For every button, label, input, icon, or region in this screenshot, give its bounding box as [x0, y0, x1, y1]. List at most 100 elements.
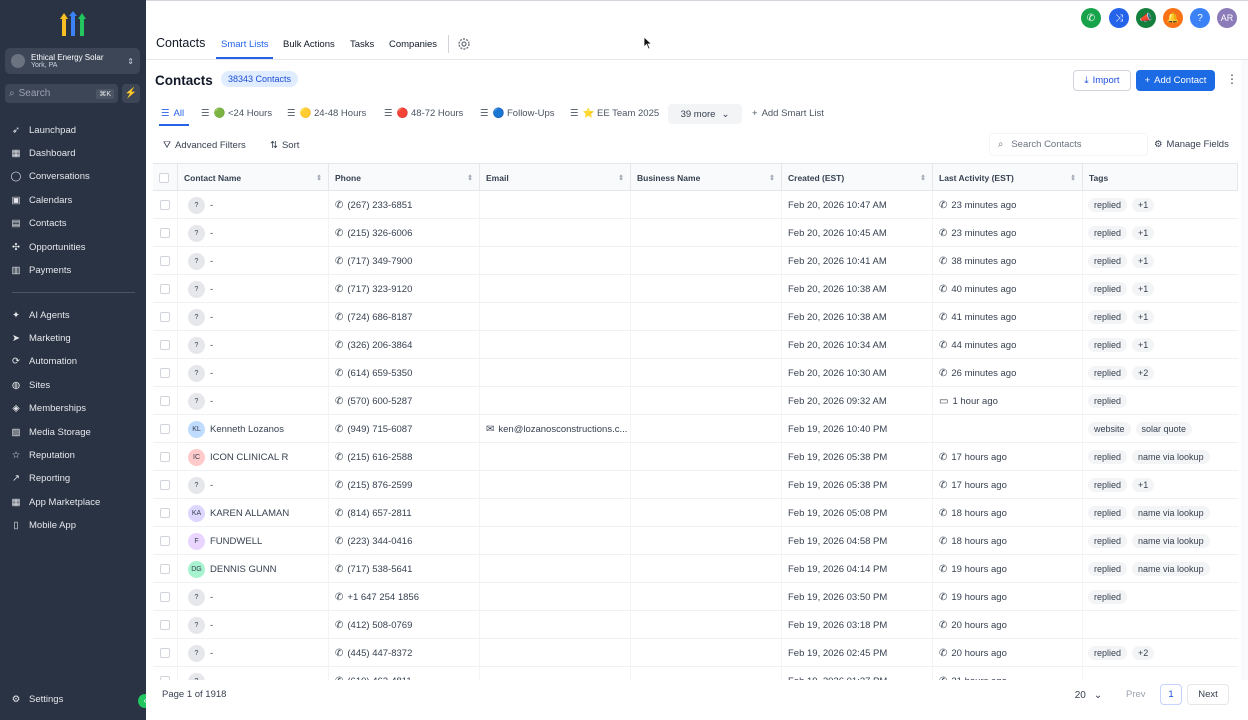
import-button[interactable]: ⤓ Import [1073, 70, 1131, 91]
tag-badge[interactable]: replied [1088, 226, 1128, 240]
checkbox[interactable] [159, 172, 169, 183]
phone-cell[interactable]: ✆ +1 647 254 1856 [329, 583, 480, 611]
smart-list-tab-follow-ups[interactable]: ☰ 🔵 Follow-Ups [480, 108, 555, 119]
sort-arrows-icon[interactable]: ⇕ [467, 174, 473, 182]
phone-cell[interactable]: ✆ (717) 323-9120 [329, 275, 480, 303]
contact-name-cell[interactable]: ?- [178, 219, 329, 247]
tag-badge[interactable]: replied [1088, 562, 1128, 576]
email-cell[interactable] [480, 527, 631, 555]
contact-name[interactable]: Kenneth Lozanos [210, 424, 284, 435]
sort-arrows-icon[interactable]: ⇕ [1070, 174, 1076, 182]
phone-cell[interactable]: ✆ (717) 538-5641 [329, 555, 480, 583]
phone-number[interactable]: (717) 349-7900 [347, 256, 412, 267]
business-name-cell[interactable] [631, 387, 782, 415]
phone-number[interactable]: +1 647 254 1856 [347, 592, 419, 603]
contact-name[interactable]: - [210, 480, 213, 491]
table-row[interactable]: ? - ✆ (717) 323-9120 Feb 20, 2026 10:38 AM ✆ 4… [153, 275, 1238, 303]
contact-name-cell[interactable]: ?- [178, 639, 329, 667]
tag-badge[interactable]: solar quote [1135, 422, 1193, 436]
smart-list-tab-ee-team[interactable]: ☰ ⭐ EE Team 2025 [570, 108, 659, 119]
business-name-cell[interactable] [631, 639, 782, 667]
smart-list-tab-24h[interactable]: ☰ 🟢 <24 Hours [201, 108, 272, 119]
phone-cell[interactable]: ✆ (223) 344-0416 [329, 527, 480, 555]
contact-name-cell[interactable]: ?- [178, 331, 329, 359]
sort-arrows-icon[interactable]: ⇕ [920, 174, 926, 182]
phone-number[interactable]: (267) 233-6851 [347, 200, 412, 211]
automation-icon[interactable]: ⤨ [1109, 8, 1129, 28]
business-name-cell[interactable] [631, 443, 782, 471]
contact-name[interactable]: - [210, 312, 213, 323]
contact-name-cell[interactable]: ?- [178, 611, 329, 639]
tag-badge[interactable]: +1 [1132, 226, 1155, 240]
row-checkbox[interactable] [160, 508, 170, 518]
sidebar-item-payments[interactable]: ▥ Payments [10, 260, 72, 280]
email-cell[interactable] [480, 303, 631, 331]
contact-name[interactable]: - [210, 396, 213, 407]
business-name-cell[interactable] [631, 527, 782, 555]
contact-name[interactable]: DENNIS GUNN [210, 564, 277, 575]
row-checkbox[interactable] [160, 312, 170, 322]
sidebar-item-app-marketplace[interactable]: ▦ App Marketplace [10, 492, 101, 512]
business-name-cell[interactable] [631, 583, 782, 611]
tag-badge[interactable]: replied [1088, 198, 1128, 212]
sidebar-item-mobile-app[interactable]: ▯ Mobile App [10, 516, 76, 536]
column-header-phone[interactable]: Phone ⇕ [329, 164, 480, 191]
tag-badge[interactable]: replied [1088, 646, 1128, 660]
sidebar-item-conversations[interactable]: ◯ Conversations [10, 167, 90, 187]
business-name-cell[interactable] [631, 555, 782, 583]
tag-badge[interactable]: replied [1088, 478, 1128, 492]
contact-name[interactable]: - [210, 340, 213, 351]
tag-badge[interactable]: +2 [1132, 366, 1155, 380]
business-name-cell[interactable] [631, 303, 782, 331]
contact-name[interactable]: - [210, 200, 213, 211]
business-name-cell[interactable] [631, 471, 782, 499]
tag-badge[interactable]: +1 [1132, 310, 1155, 324]
email-cell[interactable]: ✉ ken@lozanosconstructions.c... [480, 415, 631, 443]
more-options-icon[interactable]: ⋮ [1226, 72, 1238, 86]
phone-cell[interactable]: ✆(610) 462-4811 [329, 667, 480, 680]
tag-badge[interactable]: replied [1088, 366, 1128, 380]
contact-name-cell[interactable]: ?- [178, 583, 329, 611]
tab-bulk-actions[interactable]: Bulk Actions [283, 39, 335, 50]
smart-list-tab-48-72h[interactable]: ☰ 🔴 48-72 Hours [384, 108, 463, 119]
sidebar-item-sites[interactable]: ◍ Sites [10, 375, 50, 395]
business-name-cell[interactable] [631, 191, 782, 219]
phone-cell[interactable]: ✆ (326) 206-3864 [329, 331, 480, 359]
table-row[interactable]: ? - ✆ (267) 233-6851 Feb 20, 2026 10:47 AM ✆ 2… [153, 191, 1238, 219]
table-row[interactable]: ? - ✆ (724) 686-8187 Feb 20, 2026 10:38 AM ✆ 4… [153, 303, 1238, 331]
select-all-checkbox[interactable] [153, 164, 178, 191]
sort-arrows-icon[interactable]: ⇕ [769, 174, 775, 182]
table-row[interactable]: KA KAREN ALLAMAN ✆ (814) 657-2811 Feb 19, 20… [153, 499, 1238, 527]
sidebar-item-launchpad[interactable]: ➶ Launchpad [10, 120, 76, 140]
column-header-last-activity-est[interactable]: Last Activity (EST) ⇕ [933, 164, 1083, 191]
phone-number[interactable]: (724) 686-8187 [347, 312, 412, 323]
phone-number[interactable]: (717) 323-9120 [347, 284, 412, 295]
table-row[interactable]: ? - ✆ (570) 600-5287 Feb 20, 2026 09:32 AM ▭ 1… [153, 387, 1238, 415]
smart-list-tab-24-48h[interactable]: ☰ 🟡 24-48 Hours [287, 108, 366, 119]
sort-button[interactable]: ⇅ Sort [266, 135, 303, 155]
phone-number[interactable]: (570) 600-5287 [347, 396, 412, 407]
phone-number[interactable]: (814) 657-2811 [347, 508, 411, 519]
tag-badge[interactable]: replied [1088, 450, 1128, 464]
business-name-cell[interactable] [631, 275, 782, 303]
table-row[interactable]: F FUNDWELL ✆ (223) 344-0416 Feb 19, 2026 04:… [153, 527, 1238, 555]
email-cell[interactable] [480, 611, 631, 639]
sidebar-item-calendars[interactable]: ▣ Calendars [10, 190, 73, 210]
business-name-cell[interactable] [631, 415, 782, 443]
email-cell[interactable] [480, 247, 631, 275]
phone-cell[interactable]: ✆ (814) 657-2811 [329, 499, 480, 527]
email-cell[interactable] [480, 583, 631, 611]
phone-cell[interactable]: ✆ (267) 233-6851 [329, 191, 480, 219]
tag-badge[interactable]: +1 [1132, 282, 1155, 296]
table-row[interactable]: DG DENNIS GUNN ✆ (717) 538-5641 Feb 19, 2026… [153, 555, 1238, 583]
tag-badge[interactable]: name via lookup [1132, 506, 1210, 520]
row-checkbox[interactable] [160, 620, 170, 630]
sidebar-item-media-storage[interactable]: ▨ Media Storage [10, 422, 91, 442]
tag-badge[interactable]: +1 [1132, 198, 1155, 212]
column-header-business-name[interactable]: Business Name ⇕ [631, 164, 782, 191]
business-name-cell[interactable] [631, 611, 782, 639]
email-cell[interactable] [480, 275, 631, 303]
column-header-contact-name[interactable]: Contact Name ⇕ [178, 164, 329, 191]
phone-cell[interactable]: ✆ (412) 508-0769 [329, 611, 480, 639]
table-row[interactable]: ? - ✆ (215) 876-2599 Feb 19, 2026 05:38 PM ✆ 1… [153, 471, 1238, 499]
